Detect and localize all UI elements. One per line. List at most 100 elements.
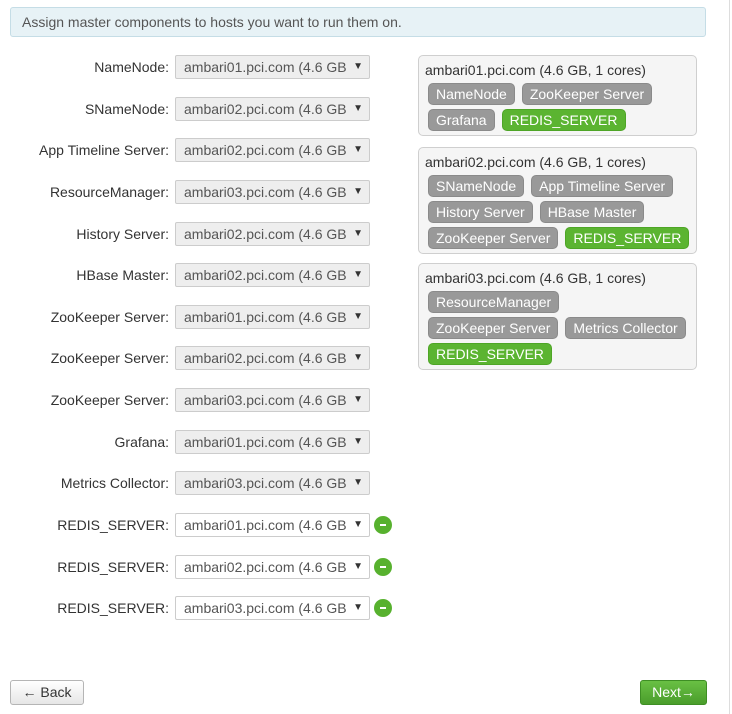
new-component-badge: REDIS_SERVER [428,343,552,365]
back-button[interactable]: ← Back [10,680,84,705]
assignment-row: ResourceManager: ambari03.pci.com (4.6 GB… [0,179,400,222]
host-box: ambari03.pci.com (4.6 GB, 1 cores) Resour… [418,263,697,370]
assignment-row: REDIS_SERVER: ambari01.pci.com (4.6 GB, 1… [0,513,400,555]
assignment-row: ZooKeeper Server: ambari01.pci.com (4.6 G… [0,304,400,347]
host-select[interactable]: ambari01.pci.com (4.6 GB, 1 cores) ▼ [175,429,370,454]
component-badge: Grafana [428,109,495,131]
component-badge: ZooKeeper Server [521,83,653,105]
host-box: ambari01.pci.com (4.6 GB, 1 cores) NameNo… [418,55,697,136]
host-select[interactable]: ambari01.pci.com (4.6 GB, 1 cores) ▼ [175,304,370,329]
component-label: History Server: [76,225,169,242]
host-select[interactable]: ambari03.pci.com (4.6 GB, 1 cores) ▼ [175,471,370,496]
caret-down-icon: ▼ [353,602,363,614]
assignment-row: ZooKeeper Server: ambari02.pci.com (4.6 G… [0,346,400,388]
component-badge: App Timeline Server [531,175,674,197]
caret-down-icon: ▼ [353,352,363,364]
assignment-row: HBase Master: ambari02.pci.com (4.6 GB, 1… [0,263,400,305]
assignment-row: REDIS_SERVER: ambari03.pci.com (4.6 GB, 1… [0,596,400,638]
caret-down-icon: ▼ [353,61,363,72]
component-label: REDIS_SERVER: [57,517,169,534]
component-badge: ResourceManager [428,291,560,313]
assignment-row: SNameNode: ambari02.pci.com (4.6 GB, 1 co… [0,96,400,139]
host-select[interactable]: ambari02.pci.com (4.6 GB, 1 cores) ▼ [175,346,370,371]
host-title: ambari01.pci.com (4.6 GB, 1 cores) [425,62,646,78]
host-select-value: ambari01.pci.com (4.6 GB, 1 cores) [184,517,346,534]
host-select[interactable]: ambari03.pci.com (4.6 GB, 1 cores) ▼ [175,179,370,204]
component-badge: Metrics Collector [565,317,686,339]
caret-down-icon: ▼ [353,310,363,322]
component-badge: History Server [428,201,533,223]
caret-down-icon: ▼ [353,269,363,281]
component-label: Metrics Collector: [60,475,169,492]
host-select-value: ambari02.pci.com (4.6 GB, 1 cores) [184,142,346,159]
caret-down-icon: ▼ [353,185,363,197]
component-badge: ZooKeeper Server [428,227,559,249]
component-badge: HBase Master [539,201,645,223]
component-badge: SNameNode [428,175,525,197]
info-message: Assign master components to hosts you wa… [10,7,706,37]
assignment-row: Metrics Collector: ambari03.pci.com (4.6 … [0,471,400,513]
host-select-value: ambari03.pci.com (4.6 GB, 1 cores) [184,392,346,409]
host-select-value: ambari03.pci.com (4.6 GB, 1 cores) [184,183,346,200]
host-select[interactable]: ambari02.pci.com (4.6 GB, 1 cores) ▼ [175,554,370,579]
caret-down-icon: ▼ [353,227,363,239]
host-select[interactable]: ambari02.pci.com (4.6 GB, 1 cores) ▼ [175,263,370,288]
component-label: Grafana: [114,433,169,450]
caret-down-icon: ▼ [353,394,363,406]
host-select-value: ambari02.pci.com (4.6 GB, 1 cores) [184,267,346,284]
component-label: App Timeline Server: [39,142,169,159]
assignment-list: NameNode: ambari01.pci.com (4.6 GB, 1 cor… [0,55,400,638]
component-label: REDIS_SERVER: [57,600,169,617]
caret-down-icon: ▼ [353,144,363,156]
host-select-value: ambari02.pci.com (4.6 GB, 1 cores) [184,558,346,575]
scrollbar-edge [729,0,730,714]
assignment-row: NameNode: ambari01.pci.com (4.6 GB, 1 cor… [0,55,400,97]
component-badges: SNameNode App Timeline Server History Serv… [425,175,690,249]
component-label: ZooKeeper Server: [50,308,169,325]
component-label: ZooKeeper Server: [50,392,169,409]
host-select[interactable]: ambari01.pci.com (4.6 GB, 1 cores) ▼ [175,55,370,79]
assignment-row: App Timeline Server: ambari02.pci.com (4.… [0,138,400,180]
component-badge: NameNode [428,83,515,105]
new-component-badge: REDIS_SERVER [501,109,626,131]
component-badge: ZooKeeper Server [428,317,559,339]
component-badges: NameNode ZooKeeper Server Grafana REDIS_SER… [425,83,690,131]
component-label: HBase Master: [76,267,169,284]
host-title: ambari03.pci.com (4.6 GB, 1 cores) [425,270,646,286]
host-title: ambari02.pci.com (4.6 GB, 1 cores) [425,154,646,170]
host-select[interactable]: ambari03.pci.com (4.6 GB, 1 cores) ▼ [175,596,370,621]
component-label: SNameNode: [84,100,169,117]
host-select-value: ambari01.pci.com (4.6 GB, 1 cores) [184,308,346,325]
host-select-value: ambari02.pci.com (4.6 GB, 1 cores) [184,225,346,242]
host-select-value: ambari01.pci.com (4.6 GB, 1 cores) [184,433,346,450]
caret-down-icon: ▼ [353,102,363,114]
host-select-value: ambari02.pci.com (4.6 GB, 1 cores) [184,350,346,367]
component-label: REDIS_SERVER: [57,558,169,575]
assignment-row: History Server: ambari02.pci.com (4.6 GB,… [0,221,400,264]
host-select-value: ambari02.pci.com (4.6 GB, 1 cores) [184,100,346,117]
caret-down-icon: ▼ [353,435,363,447]
host-select[interactable]: ambari03.pci.com (4.6 GB, 1 cores) ▼ [175,388,370,413]
caret-down-icon: ▼ [353,519,363,531]
host-select-value: ambari01.pci.com (4.6 GB, 1 cores) [184,59,346,75]
next-button[interactable]: Next→ [640,680,707,705]
minus-circle-icon[interactable] [374,516,392,535]
new-component-badge: REDIS_SERVER [565,227,690,249]
component-label: ResourceManager: [49,183,169,200]
component-label: ZooKeeper Server: [50,350,169,367]
minus-circle-icon[interactable] [374,557,392,576]
component-badges: ResourceManager ZooKeeper Server Metrics C… [425,291,690,365]
assign-masters-page: Assign master components to hosts you wa… [0,0,732,714]
host-select[interactable]: ambari02.pci.com (4.6 GB, 1 cores) ▼ [175,96,370,121]
caret-down-icon: ▼ [353,477,363,489]
host-select-value: ambari03.pci.com (4.6 GB, 1 cores) [184,600,346,617]
assignment-row: Grafana: ambari01.pci.com (4.6 GB, 1 core… [0,429,400,472]
host-select[interactable]: ambari02.pci.com (4.6 GB, 1 cores) ▼ [175,221,370,246]
minus-circle-icon[interactable] [374,599,392,618]
component-label: NameNode: [94,59,169,75]
host-select[interactable]: ambari01.pci.com (4.6 GB, 1 cores) ▼ [175,513,370,538]
caret-down-icon: ▼ [353,560,363,572]
assignment-row: ZooKeeper Server: ambari03.pci.com (4.6 G… [0,388,400,430]
host-select[interactable]: ambari02.pci.com (4.6 GB, 1 cores) ▼ [175,138,370,163]
assignment-row: REDIS_SERVER: ambari02.pci.com (4.6 GB, 1… [0,554,400,597]
